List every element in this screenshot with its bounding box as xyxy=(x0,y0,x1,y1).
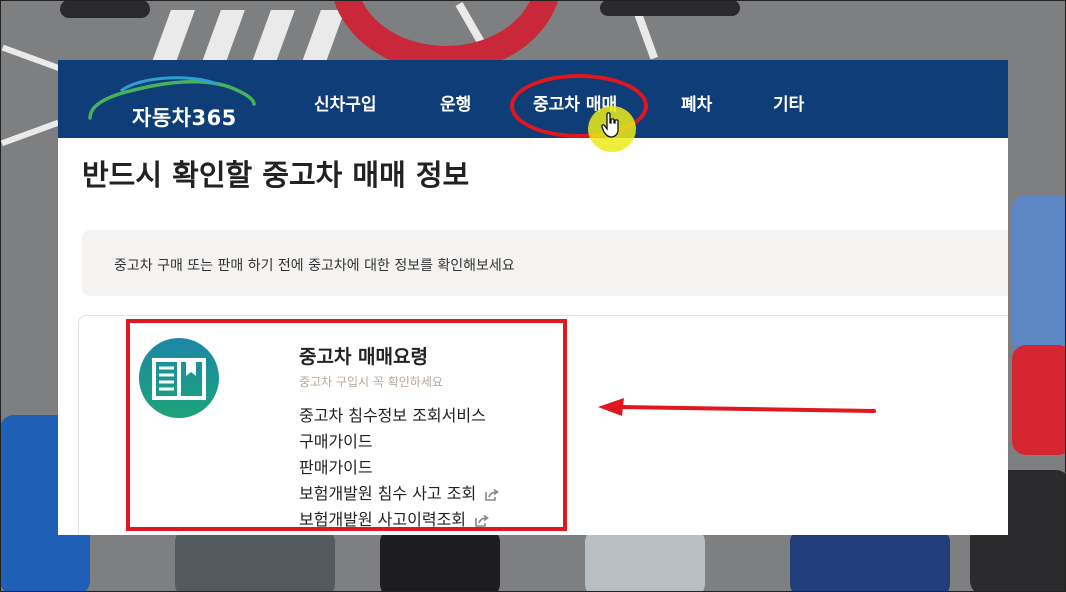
highlight-box xyxy=(126,319,567,531)
arrow-left-icon xyxy=(598,398,876,416)
nav-item-driving[interactable]: 운행 xyxy=(440,90,471,115)
page-title: 반드시 확인할 중고차 매매 정보 xyxy=(82,158,470,192)
info-notice-box: 중고차 구매 또는 판매 하기 전에 중고차에 대한 정보를 확인해보세요 xyxy=(82,230,1008,296)
logo-text: 자동차365 xyxy=(132,106,237,130)
nav-item-etc[interactable]: 기타 xyxy=(773,90,804,115)
notice-text: 중고차 구매 또는 판매 하기 전에 중고차에 대한 정보를 확인해보세요 xyxy=(114,258,515,274)
site-logo[interactable]: 자동차365 xyxy=(82,70,262,132)
nav-item-scrap[interactable]: 폐차 xyxy=(681,90,712,115)
top-navigation-bar: 자동차365 신차구입 운행 중고차 매매 폐차 기타 xyxy=(58,60,1008,138)
nav-item-new-car[interactable]: 신차구입 xyxy=(314,90,377,115)
hand-pointer-icon xyxy=(601,112,619,138)
